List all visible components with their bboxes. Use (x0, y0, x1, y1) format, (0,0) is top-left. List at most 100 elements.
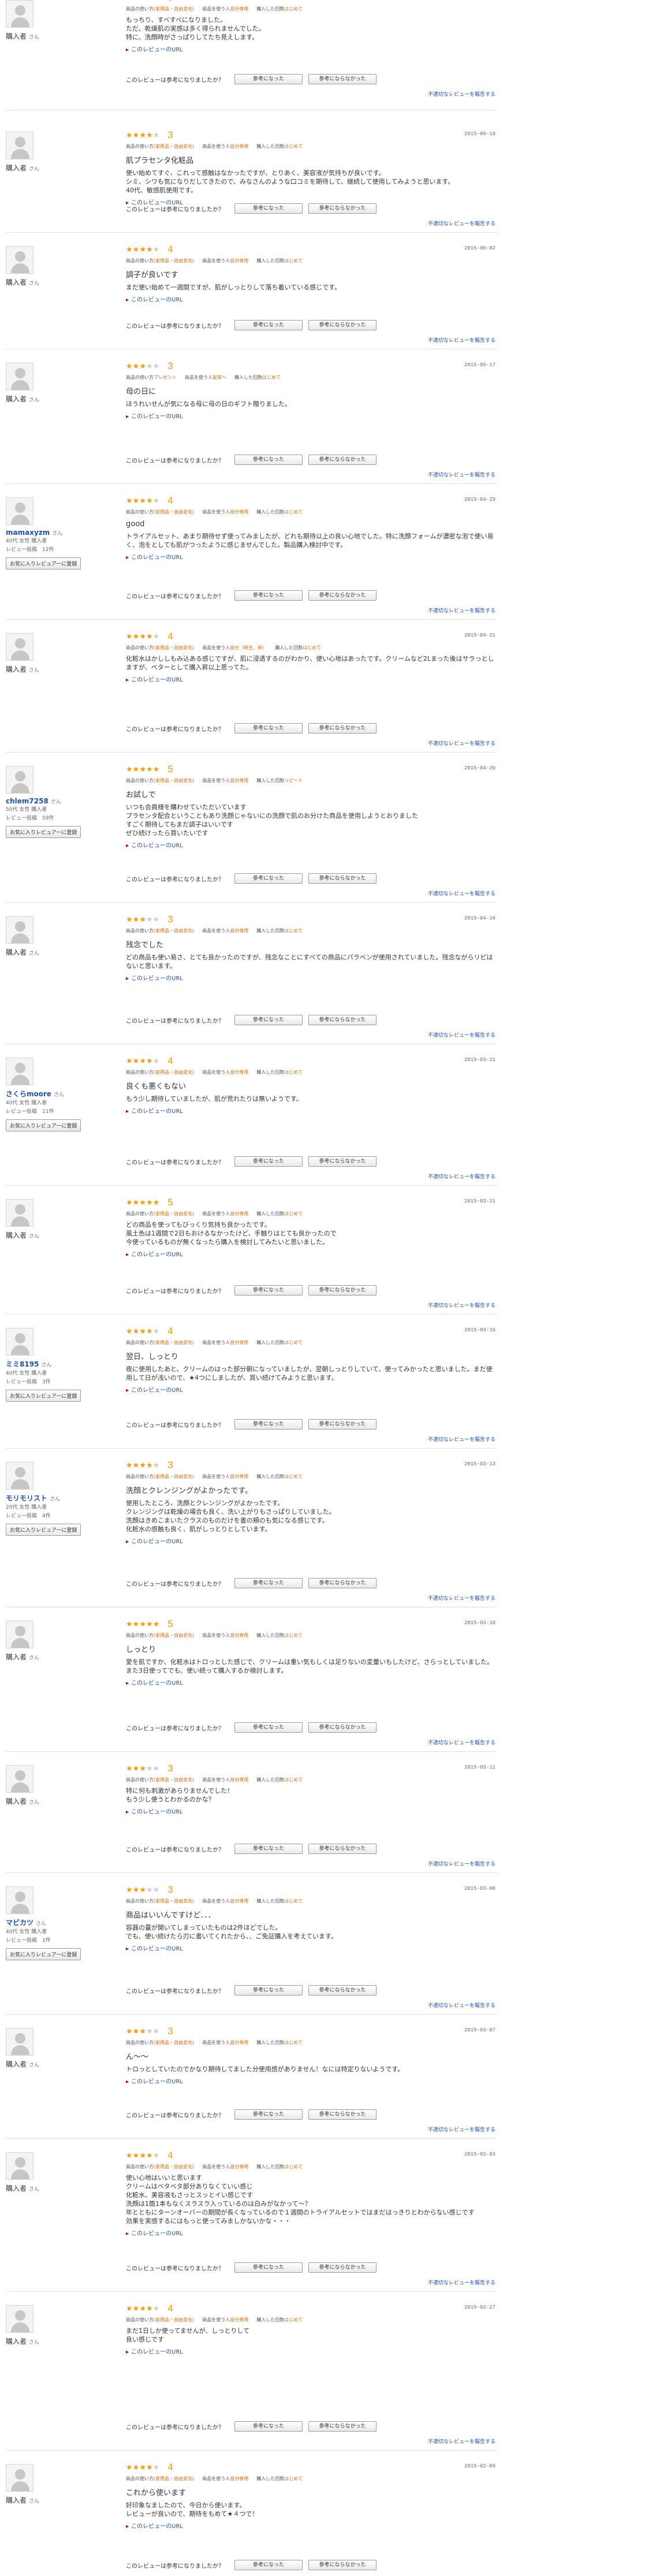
helpful-no-button[interactable]: 参考にならなかった (308, 2421, 377, 2432)
report-review-link[interactable]: 不適切なレビューを報告する (428, 739, 495, 747)
reviewer-name-text[interactable]: モリモリスト (6, 1494, 47, 1502)
add-favorite-reviewer-button[interactable]: お気に入りレビュアーに登録 (6, 1390, 81, 1402)
review-url-label[interactable]: このレビューのURL (131, 2231, 183, 2237)
review-url-link[interactable]: ▸ このレビューのURL (126, 973, 495, 982)
helpful-yes-button[interactable]: 参考になった (234, 1985, 303, 1996)
helpful-yes-button[interactable]: 参考になった (234, 455, 303, 465)
helpful-no-button[interactable]: 参考にならなかった (308, 203, 377, 214)
helpful-yes-button[interactable]: 参考になった (234, 723, 303, 734)
add-favorite-reviewer-button[interactable]: お気に入りレビュアーに登録 (6, 1119, 81, 1131)
avatar[interactable] (6, 1462, 33, 1490)
review-url-link[interactable]: ▸ このレビューのURL (126, 2347, 495, 2355)
report-review-link[interactable]: 不適切なレビューを報告する (428, 2279, 495, 2286)
report-review-link[interactable]: 不適切なレビューを報告する (428, 1301, 495, 1309)
helpful-no-button[interactable]: 参考にならなかった (308, 455, 377, 465)
helpful-no-button[interactable]: 参考にならなかった (308, 74, 377, 84)
report-review-link[interactable]: 不適切なレビューを報告する (428, 1172, 495, 1180)
reviewer-name-text[interactable]: chlem7258 (6, 797, 49, 805)
helpful-yes-button[interactable]: 参考になった (234, 1844, 303, 1854)
helpful-no-button[interactable]: 参考にならなかった (308, 590, 377, 601)
helpful-no-button[interactable]: 参考にならなかった (308, 1285, 377, 1296)
helpful-no-button[interactable]: 参考にならなかった (308, 2560, 377, 2570)
review-url-link[interactable]: ▸ このレビューのURL (126, 1106, 495, 1115)
helpful-yes-button[interactable]: 参考になった (234, 1722, 303, 1733)
review-url-link[interactable]: ▸ このレビューのURL (126, 552, 495, 561)
review-url-label[interactable]: このレビューのURL (131, 2523, 183, 2530)
review-url-label[interactable]: このレビューのURL (131, 976, 183, 982)
review-url-label[interactable]: このレビューのURL (131, 1108, 183, 1115)
review-url-label[interactable]: このレビューのURL (131, 554, 183, 561)
review-url-link[interactable]: ▸ このレビューのURL (126, 295, 495, 303)
reviewer-name[interactable]: モリモリスト さん (6, 1493, 115, 1503)
report-review-link[interactable]: 不適切なレビューを報告する (428, 1031, 495, 1038)
review-url-label[interactable]: このレビューのURL (131, 1539, 183, 1545)
helpful-yes-button[interactable]: 参考になった (234, 74, 303, 84)
avatar[interactable] (6, 1886, 33, 1914)
avatar[interactable] (6, 1058, 33, 1085)
reviewer-name-text[interactable]: マビカツ (6, 1919, 33, 1927)
helpful-yes-button[interactable]: 参考になった (234, 2421, 303, 2432)
helpful-yes-button[interactable]: 参考になった (234, 2109, 303, 2120)
helpful-no-button[interactable]: 参考にならなかった (308, 1015, 377, 1025)
report-review-link[interactable]: 不適切なレビューを報告する (428, 606, 495, 614)
report-review-link[interactable]: 不適切なレビューを報告する (428, 2125, 495, 2133)
review-url-label[interactable]: このレビューのURL (131, 1387, 183, 1394)
review-url-link[interactable]: ▸ このレビューのURL (126, 840, 495, 849)
review-url-label[interactable]: このレビューのURL (131, 677, 183, 683)
report-review-link[interactable]: 不適切なレビューを報告する (428, 889, 495, 897)
reviewer-name-text[interactable]: mamaxyzm (6, 528, 50, 537)
helpful-no-button[interactable]: 参考にならなかった (308, 320, 377, 330)
review-url-link[interactable]: ▸ このレビューのURL (126, 675, 495, 683)
report-review-link[interactable]: 不適切なレビューを報告する (428, 219, 495, 227)
reviewer-name[interactable]: さくらmoore さん (6, 1089, 115, 1099)
review-url-link[interactable]: ▸ このレビューのURL (126, 1249, 495, 1258)
helpful-no-button[interactable]: 参考にならなかった (308, 873, 377, 884)
helpful-yes-button[interactable]: 参考になった (234, 320, 303, 330)
review-url-label[interactable]: このレビューのURL (131, 1680, 183, 1687)
report-review-link[interactable]: 不適切なレビューを報告する (428, 1739, 495, 1746)
report-review-link[interactable]: 不適切なレビューを報告する (428, 2001, 495, 2009)
report-review-link[interactable]: 不適切なレビューを報告する (428, 1860, 495, 1867)
helpful-no-button[interactable]: 参考にならなかった (308, 2109, 377, 2120)
helpful-no-button[interactable]: 参考にならなかった (308, 1844, 377, 1854)
reviewer-name[interactable]: chlem7258 さん (6, 797, 115, 805)
helpful-no-button[interactable]: 参考にならなかった (308, 723, 377, 734)
helpful-no-button[interactable]: 参考にならなかった (308, 1419, 377, 1430)
helpful-yes-button[interactable]: 参考になった (234, 2262, 303, 2273)
review-url-label[interactable]: このレビューのURL (131, 414, 183, 420)
review-url-label[interactable]: このレビューのURL (131, 2079, 183, 2085)
helpful-yes-button[interactable]: 参考になった (234, 1156, 303, 1167)
helpful-yes-button[interactable]: 参考になった (234, 873, 303, 884)
helpful-no-button[interactable]: 参考にならなかった (308, 1722, 377, 1733)
reviewer-name[interactable]: mamaxyzm さん (6, 528, 115, 537)
review-url-link[interactable]: ▸ このレビューのURL (126, 1807, 495, 1815)
report-review-link[interactable]: 不適切なレビューを報告する (428, 2437, 495, 2445)
reviewer-name-text[interactable]: ミミ8195 (6, 1360, 39, 1368)
helpful-yes-button[interactable]: 参考になった (234, 2560, 303, 2570)
helpful-no-button[interactable]: 参考にならなかった (308, 1156, 377, 1167)
helpful-yes-button[interactable]: 参考になった (234, 1578, 303, 1588)
helpful-yes-button[interactable]: 参考になった (234, 203, 303, 214)
add-favorite-reviewer-button[interactable]: お気に入りレビュアーに登録 (6, 557, 81, 569)
review-url-label[interactable]: このレビューのURL (131, 1252, 183, 1258)
review-url-link[interactable]: ▸ このレビューのURL (126, 2076, 495, 2085)
review-url-link[interactable]: ▸ このレビューのURL (126, 1536, 495, 1545)
review-url-label[interactable]: このレビューのURL (131, 1809, 183, 1815)
review-url-label[interactable]: このレビューのURL (131, 843, 183, 849)
report-review-link[interactable]: 不適切なレビューを報告する (428, 1594, 495, 1602)
reviewer-name[interactable]: ミミ8195 さん (6, 1359, 115, 1369)
review-url-link[interactable]: ▸ このレビューのURL (126, 1678, 495, 1687)
report-review-link[interactable]: 不適切なレビューを報告する (428, 90, 495, 98)
review-url-label[interactable]: このレビューのURL (131, 2349, 183, 2355)
review-url-link[interactable]: ▸ このレビューのURL (126, 44, 495, 53)
report-review-link[interactable]: 不適切なレビューを報告する (428, 1435, 495, 1443)
helpful-yes-button[interactable]: 参考になった (234, 1419, 303, 1430)
helpful-yes-button[interactable]: 参考になった (234, 1015, 303, 1025)
avatar[interactable] (6, 1328, 33, 1356)
review-url-link[interactable]: ▸ このレビューのURL (126, 411, 495, 420)
review-url-link[interactable]: ▸ このレビューのURL (126, 1385, 495, 1394)
review-url-link[interactable]: ▸ このレビューのURL (126, 1944, 495, 1952)
helpful-yes-button[interactable]: 参考になった (234, 590, 303, 601)
add-favorite-reviewer-button[interactable]: お気に入りレビュアーに登録 (6, 1524, 81, 1536)
report-review-link[interactable]: 不適切なレビューを報告する (428, 471, 495, 478)
